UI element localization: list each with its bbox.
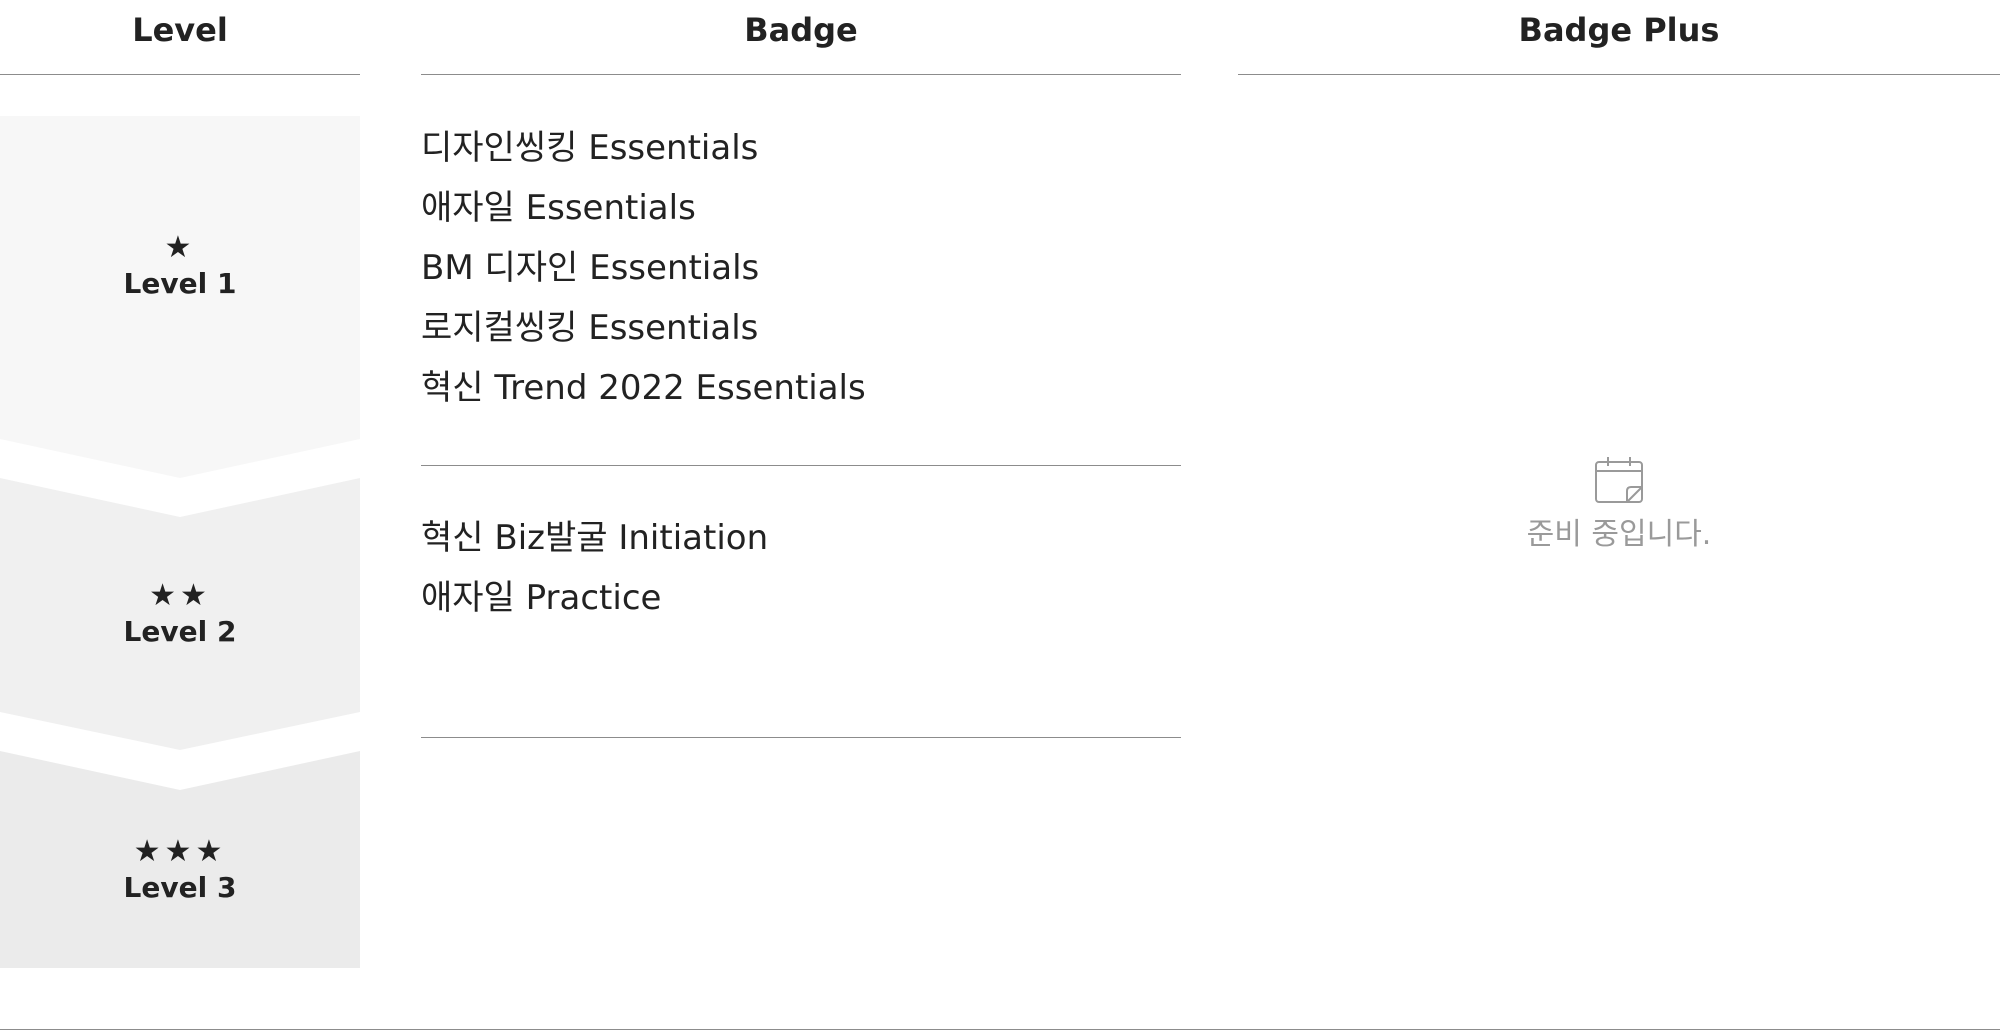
- badge-item[interactable]: BM 디자인 Essentials: [421, 238, 1181, 298]
- level-2: ★★ Level 2: [0, 578, 360, 650]
- calendar-icon: [1595, 457, 1643, 503]
- level-1-stars: ★: [164, 230, 196, 265]
- header-divider-badge: [421, 74, 1181, 75]
- header-badge-plus: Badge Plus: [1518, 11, 1720, 49]
- badge-item[interactable]: 애자일 Essentials: [421, 178, 1181, 238]
- level-2-stars: ★★: [149, 578, 211, 613]
- level-2-label: Level 2: [123, 615, 237, 648]
- badge-divider-level-1: [421, 465, 1181, 466]
- badge-item[interactable]: 로지컬씽킹 Essentials: [421, 298, 1181, 358]
- level-1-label: Level 1: [123, 267, 237, 300]
- badge-item[interactable]: 디자인씽킹 Essentials: [421, 118, 1181, 178]
- badge-item[interactable]: 혁신 Biz발굴 Initiation: [421, 508, 1181, 568]
- badge-plus-empty-state: 준비 중입니다.: [1238, 455, 2000, 555]
- badge-plus-message: 준비 중입니다.: [1526, 517, 1712, 552]
- level-3-stars: ★★★: [133, 834, 227, 869]
- badge-list-level-1: 디자인씽킹 Essentials 애자일 Essentials BM 디자인 E…: [421, 118, 1181, 418]
- badge-list-level-2: 혁신 Biz발굴 Initiation 애자일 Practice: [421, 508, 1181, 628]
- level-3: ★★★ Level 3: [0, 834, 360, 906]
- badge-divider-level-2: [421, 737, 1181, 738]
- level-1: ★ Level 1: [0, 230, 360, 302]
- header-divider-badge-plus: [1238, 74, 2000, 75]
- badge-item[interactable]: 애자일 Practice: [421, 568, 1181, 628]
- badge-item[interactable]: 혁신 Trend 2022 Essentials: [421, 358, 1181, 418]
- level-3-label: Level 3: [123, 871, 237, 904]
- header-badge: Badge: [744, 11, 858, 49]
